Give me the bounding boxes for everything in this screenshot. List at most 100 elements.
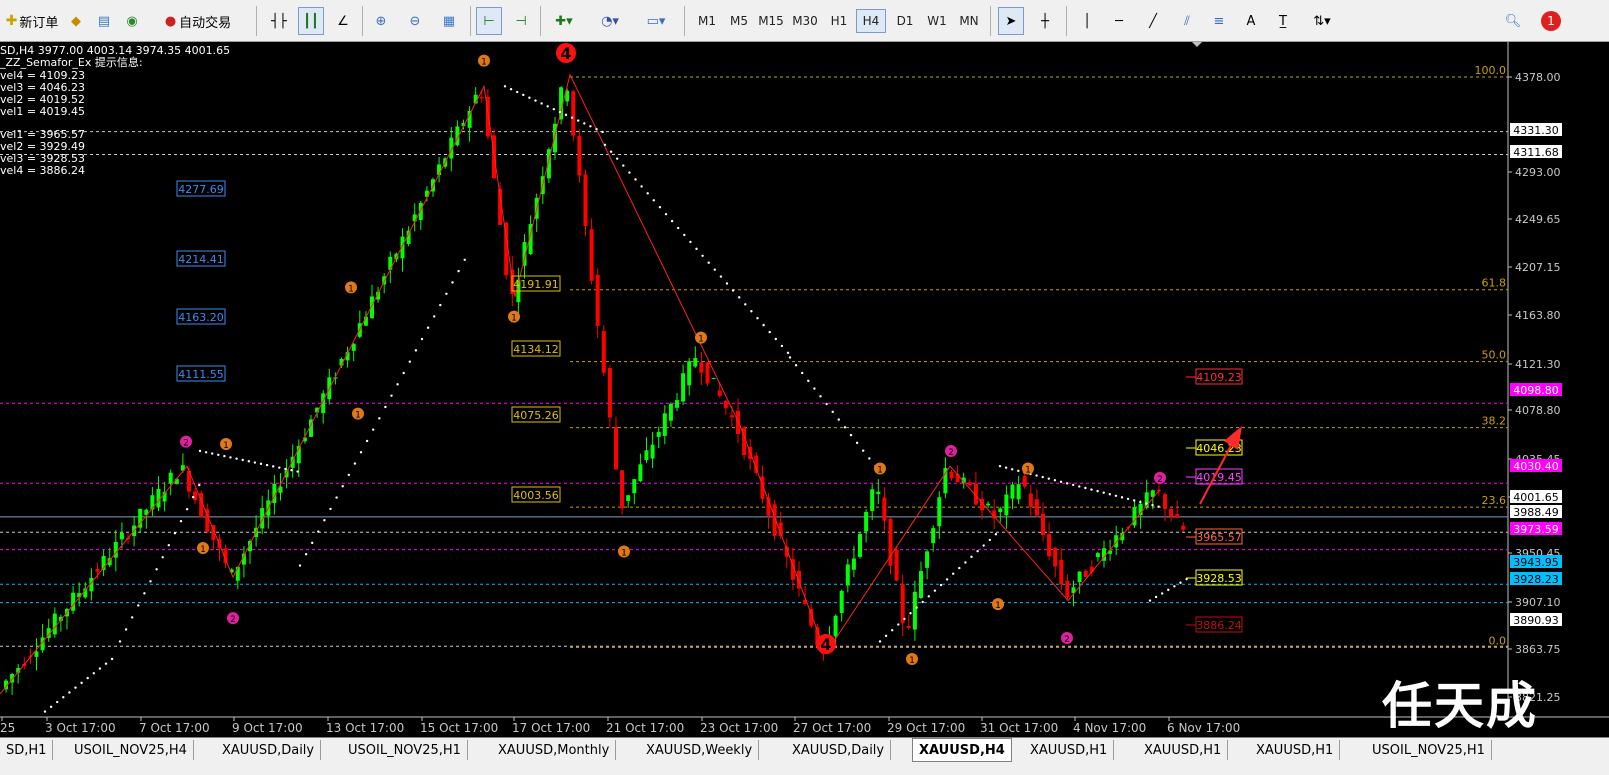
chart-shift-icon[interactable]: ⊣	[508, 7, 534, 35]
sar-dot	[713, 268, 716, 271]
sar-dot	[1173, 585, 1176, 588]
sar-dot	[603, 143, 607, 146]
timeframe-d1[interactable]: D1	[890, 9, 920, 33]
crosshair-icon[interactable]: ┼	[1032, 7, 1058, 35]
tile-windows-icon[interactable]: ▦	[436, 7, 462, 35]
signals-icon[interactable]: ◉	[120, 7, 144, 35]
navigator-icon[interactable]: ▤	[92, 7, 116, 35]
arrows-icon[interactable]: ⇅▾	[1302, 7, 1342, 35]
chart-canvas[interactable]: 100.0 61.8 50.0 38.2 23.6 0.0 1 1 1 1 1 1 1 1 1 1 1 1 2 2 2…	[0, 42, 1609, 737]
timeframe-h1[interactable]: H1	[824, 9, 854, 33]
zoom-in-icon[interactable]: ⊕	[368, 7, 394, 35]
candle-body	[571, 91, 576, 136]
sar-dot	[241, 458, 244, 462]
sar-dot	[278, 466, 281, 469]
chart-tab[interactable]: XAUUSD,H1	[1138, 740, 1229, 760]
timeframe-mn[interactable]: MN	[954, 9, 984, 33]
zoom-out-icon[interactable]: ⊖	[402, 7, 428, 35]
chart-tab[interactable]: SD,H1	[0, 740, 54, 760]
sar-dot	[167, 544, 170, 547]
sar-dot	[1096, 489, 1099, 493]
sar-dot	[731, 289, 735, 292]
sar-dot	[80, 681, 83, 685]
sar-dot	[317, 530, 320, 533]
timeframe-m30[interactable]: M30	[790, 9, 820, 33]
candle-body	[71, 592, 76, 611]
chart-tab[interactable]: XAUUSD,Weekly	[640, 740, 760, 760]
sar-dot	[247, 460, 250, 463]
auto-trading-button[interactable]: ● 自动交易	[148, 7, 248, 35]
sar-dot	[939, 583, 943, 587]
chart-tab[interactable]: XAUUSD,Monthly	[492, 740, 617, 760]
vertical-line-icon[interactable]: │	[1074, 7, 1100, 35]
trendline-icon[interactable]: ╱	[1140, 7, 1166, 35]
bar-chart-icon[interactable]: ┤├	[266, 7, 292, 35]
templates-icon[interactable]: ▭▾	[638, 7, 674, 35]
date-tick-label: 6 Nov 17:00	[1167, 721, 1240, 735]
fib-level-label: 38.2	[1482, 415, 1507, 428]
candle-body	[967, 482, 972, 486]
semafor-markers: 1 1 1 1 1 1 1 1 1 1 1 1 2 2 2 2 2 4 4	[180, 43, 1166, 666]
chart-tab[interactable]: USOIL_NOV25,H1	[342, 740, 468, 760]
price-label-text: 3988.49	[1513, 506, 1559, 519]
timeframe-m1[interactable]: M1	[692, 9, 722, 33]
sar-dot	[540, 102, 543, 105]
semafor-marker-label: 1	[348, 284, 354, 294]
indicator-levels: vel4 = 4109.23vel3 = 4046.23vel2 = 4019.…	[0, 69, 85, 177]
timeframe-w1[interactable]: W1	[922, 9, 952, 33]
chart-tab[interactable]: USOIL_NOV25,H4	[68, 740, 194, 760]
sar-dot	[825, 402, 828, 406]
indicators-icon[interactable]: ✚▾	[546, 7, 582, 35]
sar-dot	[774, 337, 777, 341]
periods-icon[interactable]: ◔▾	[592, 7, 628, 35]
price-label-text: 4030.40	[1513, 460, 1559, 473]
sar-dot	[185, 507, 189, 511]
candle-body	[919, 571, 923, 598]
price-chart[interactable]: 100.0 61.8 50.0 38.2 23.6 0.0 1 1 1 1 1 1 1 1 1 1 1 1 2 2 2…	[0, 42, 1609, 737]
chart-tab[interactable]: XAUUSD,Daily	[786, 740, 892, 760]
timeframe-m5[interactable]: M5	[724, 9, 754, 33]
sar-dot	[909, 612, 912, 615]
chart-tab[interactable]: USOIL_NOV25,H1	[1366, 740, 1492, 760]
chart-tab[interactable]: XAUUSD,H1	[1250, 740, 1341, 760]
timeframe-m15[interactable]: M15	[756, 9, 786, 33]
new-order-button[interactable]: ✚ 新订单	[2, 7, 62, 35]
chart-tab[interactable]: XAUUSD,H1	[1024, 740, 1115, 760]
text-icon[interactable]: A	[1238, 7, 1264, 35]
price-tick-label: 4378.00	[1515, 71, 1561, 84]
horizontal-line-icon[interactable]: ─	[1106, 7, 1132, 35]
sar-dot	[217, 453, 220, 457]
market-watch-icon[interactable]: ◆	[64, 7, 88, 35]
equidistant-channel-icon[interactable]: ⫽	[1174, 7, 1200, 35]
right-price-box-label: 3886.24	[1196, 619, 1242, 632]
auto-scroll-icon[interactable]: ⊢	[476, 7, 502, 35]
chart-tab[interactable]: XAUUSD,H4	[912, 738, 1012, 762]
line-chart-icon[interactable]: ∠	[330, 7, 356, 35]
text-label-icon[interactable]: T̲	[1270, 7, 1296, 35]
semafor-marker-label: 1	[698, 335, 704, 345]
sar-dot	[445, 292, 448, 295]
candle-body	[1010, 484, 1015, 499]
parabolic-sar	[43, 85, 1188, 713]
sar-dot	[347, 473, 350, 477]
timeframe-h4[interactable]: H4	[856, 9, 886, 33]
yellow-price-box-label: 4134.12	[513, 343, 559, 356]
blue-price-box-label: 4111.55	[178, 368, 224, 381]
sar-dot	[1133, 499, 1136, 502]
cursor-icon[interactable]: ➤	[998, 7, 1024, 35]
sar-dot	[49, 705, 53, 709]
candlestick-icon[interactable]: ┃┃	[298, 7, 324, 35]
sar-dot	[265, 463, 269, 467]
yellow-price-box-label: 4003.56	[513, 489, 559, 502]
sar-dot	[546, 105, 549, 108]
semafor-marker-label: 1	[223, 441, 229, 451]
semafor-marker-label: 1	[481, 58, 487, 68]
fibonacci-icon[interactable]: ≡	[1206, 7, 1232, 35]
search-icon[interactable]: 🔍︎	[1500, 7, 1526, 35]
sar-dot	[831, 410, 834, 414]
notifications-icon[interactable]: 1	[1536, 7, 1566, 35]
chart-shift-marker[interactable]	[1192, 42, 1202, 47]
chart-tab[interactable]: XAUUSD,Daily	[216, 740, 322, 760]
price-tick-label: 4121.30	[1515, 358, 1561, 371]
sar-dot	[998, 464, 1002, 468]
